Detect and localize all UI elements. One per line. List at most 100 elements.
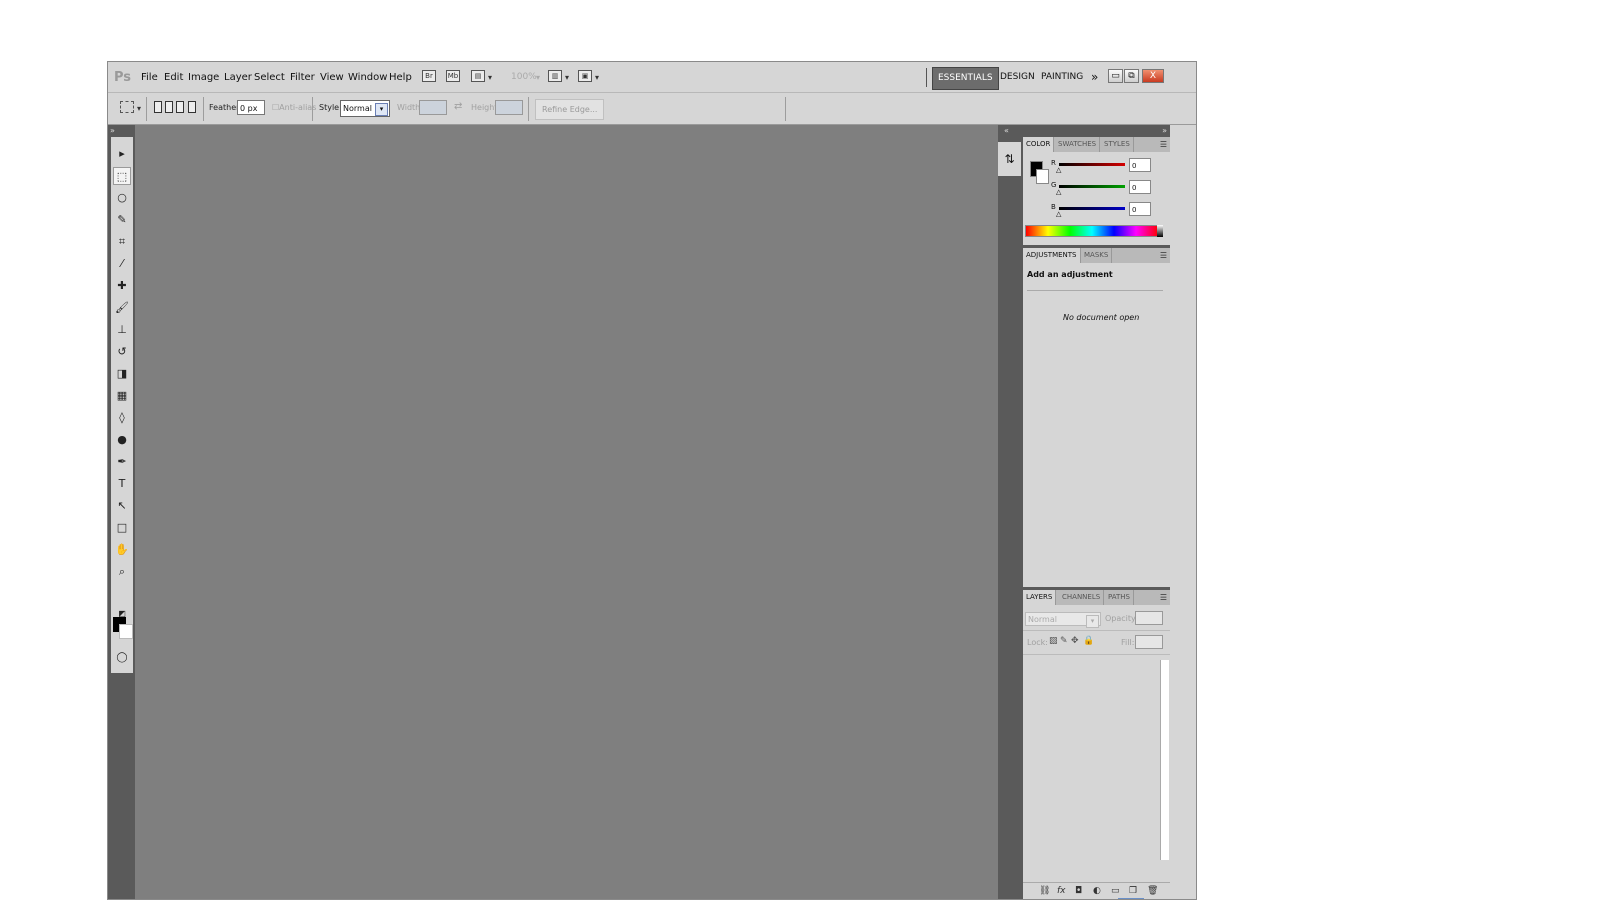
- background-color-swatch[interactable]: [119, 624, 133, 639]
- default-colors-icon[interactable]: ◩: [113, 605, 131, 623]
- workspace-painting[interactable]: PAINTING: [1036, 67, 1088, 88]
- chevron-down-icon[interactable]: ▾: [488, 73, 492, 82]
- tab-layers[interactable]: LAYERS: [1023, 590, 1057, 605]
- swap-icon[interactable]: ⇄: [454, 101, 462, 112]
- menu-help[interactable]: Help: [389, 72, 412, 83]
- zoom-level[interactable]: 100%: [511, 72, 537, 82]
- close-button[interactable]: X: [1142, 69, 1164, 83]
- tab-channels[interactable]: CHANNELS: [1059, 590, 1105, 605]
- healing-brush-tool-icon[interactable]: ✚: [113, 277, 131, 295]
- clone-stamp-tool-icon[interactable]: ⊥: [113, 321, 131, 339]
- more-workspaces-icon[interactable]: »: [1086, 67, 1103, 88]
- background-color-swatch[interactable]: [1036, 169, 1049, 184]
- green-slider-thumb[interactable]: △: [1056, 188, 1061, 196]
- zoom-tool-icon[interactable]: ⌕: [113, 563, 131, 581]
- document-canvas-area[interactable]: [135, 125, 998, 899]
- menu-image[interactable]: Image: [188, 72, 219, 83]
- add-mask-icon[interactable]: ◘: [1075, 886, 1082, 896]
- add-selection-icon[interactable]: [165, 101, 173, 113]
- brush-tool-icon[interactable]: 🖌: [113, 299, 131, 317]
- crop-tool-icon[interactable]: ⌗: [113, 233, 131, 251]
- panel-menu-icon[interactable]: ☰: [1160, 593, 1167, 602]
- chevron-down-icon[interactable]: ▾: [595, 73, 599, 82]
- intersect-selection-icon[interactable]: [188, 101, 196, 113]
- path-select-tool-icon[interactable]: ↖: [113, 497, 131, 515]
- green-value-input[interactable]: 0: [1129, 180, 1151, 194]
- collapse-panel-icon[interactable]: »: [110, 126, 115, 135]
- panel-menu-icon[interactable]: ☰: [1160, 251, 1167, 260]
- quick-mask-icon[interactable]: ◯: [113, 649, 131, 667]
- tab-styles[interactable]: STYLES: [1101, 137, 1134, 152]
- chevron-down-icon[interactable]: ▾: [565, 73, 569, 82]
- screen-mode-icon[interactable]: ▣: [578, 70, 592, 82]
- expand-panel-icon[interactable]: «: [1004, 126, 1009, 135]
- launch-mini-bridge-icon[interactable]: Mb: [446, 70, 460, 82]
- chevron-down-icon[interactable]: ▾: [536, 73, 540, 82]
- tab-swatches[interactable]: SWATCHES: [1055, 137, 1101, 152]
- blue-slider[interactable]: [1059, 207, 1125, 210]
- menu-window[interactable]: Window: [348, 72, 387, 83]
- view-extras-icon[interactable]: ▤: [471, 70, 485, 82]
- adjustment-layer-icon[interactable]: ◐: [1093, 886, 1101, 896]
- launch-bridge-icon[interactable]: Br: [422, 70, 436, 82]
- new-layer-icon[interactable]: ❐: [1129, 886, 1137, 896]
- dodge-tool-icon[interactable]: ●: [113, 431, 131, 449]
- collapse-panel-icon[interactable]: »: [1162, 126, 1167, 135]
- eraser-tool-icon[interactable]: ◨: [113, 365, 131, 383]
- workspace-design[interactable]: DESIGN: [995, 67, 1040, 88]
- color-spectrum-bar[interactable]: [1025, 225, 1159, 237]
- lock-transparent-icon[interactable]: ▨: [1049, 636, 1058, 646]
- shape-tool-icon[interactable]: □: [113, 519, 131, 537]
- red-slider-thumb[interactable]: △: [1056, 166, 1061, 174]
- lock-image-icon[interactable]: ✎: [1060, 636, 1068, 646]
- history-brush-tool-icon[interactable]: ↺: [113, 343, 131, 361]
- tab-paths[interactable]: PATHS: [1105, 590, 1135, 605]
- link-layers-icon[interactable]: ⛓: [1039, 886, 1050, 896]
- pen-tool-icon[interactable]: ✒: [113, 453, 131, 471]
- green-slider[interactable]: [1059, 185, 1125, 188]
- workspace-essentials[interactable]: ESSENTIALS: [932, 67, 999, 90]
- blur-tool-icon[interactable]: ◊: [113, 409, 131, 427]
- menu-filter[interactable]: Filter: [290, 72, 315, 83]
- lock-position-icon[interactable]: ✥: [1071, 636, 1079, 646]
- restore-button[interactable]: ⧉: [1124, 69, 1139, 83]
- hand-tool-icon[interactable]: ✋: [113, 541, 131, 559]
- fill-input[interactable]: [1135, 635, 1163, 649]
- menu-view[interactable]: View: [320, 72, 344, 83]
- menu-layer[interactable]: Layer: [224, 72, 252, 83]
- arrange-documents-icon[interactable]: ▥: [548, 70, 562, 82]
- width-input[interactable]: [419, 100, 447, 115]
- menu-file[interactable]: File: [141, 72, 158, 83]
- subtract-selection-icon[interactable]: [176, 101, 184, 113]
- gradient-tool-icon[interactable]: ▦: [113, 387, 131, 405]
- panel-menu-icon[interactable]: ☰: [1160, 140, 1167, 149]
- tab-color[interactable]: COLOR: [1023, 137, 1055, 152]
- tab-adjustments[interactable]: ADJUSTMENTS: [1023, 248, 1081, 263]
- new-selection-icon[interactable]: [154, 101, 162, 113]
- blue-value-input[interactable]: 0: [1129, 202, 1151, 216]
- red-slider[interactable]: [1059, 163, 1125, 166]
- chevron-down-icon[interactable]: ▾: [137, 104, 141, 113]
- blue-slider-thumb[interactable]: △: [1056, 210, 1061, 218]
- red-value-input[interactable]: 0: [1129, 158, 1151, 172]
- delete-layer-icon[interactable]: 🗑: [1147, 886, 1158, 896]
- menu-select[interactable]: Select: [254, 72, 285, 83]
- marquee-preset-icon[interactable]: [120, 101, 134, 113]
- feather-input[interactable]: 0 px: [237, 100, 265, 115]
- lasso-tool-icon[interactable]: ○: [113, 189, 131, 207]
- minimize-button[interactable]: ▭: [1108, 69, 1123, 83]
- height-input[interactable]: [495, 100, 523, 115]
- style-select[interactable]: Normal ▾: [340, 100, 390, 117]
- menu-edit[interactable]: Edit: [164, 72, 183, 83]
- marquee-tool-icon[interactable]: ⬚: [113, 167, 131, 185]
- navigator-panel-icon[interactable]: ⇅: [998, 142, 1021, 176]
- opacity-input[interactable]: [1135, 611, 1163, 625]
- new-group-icon[interactable]: ▭: [1111, 886, 1120, 896]
- eyedropper-tool-icon[interactable]: ⁄: [113, 255, 131, 273]
- layer-style-icon[interactable]: fx: [1057, 886, 1066, 896]
- refine-edge-button[interactable]: Refine Edge...: [535, 99, 605, 120]
- move-tool-icon[interactable]: ▸: [113, 145, 131, 163]
- blend-mode-select[interactable]: Normal ▾: [1025, 612, 1101, 628]
- black-white-ramp[interactable]: [1157, 225, 1163, 237]
- antialias-checkbox[interactable]: ☐Anti-alias: [272, 103, 316, 112]
